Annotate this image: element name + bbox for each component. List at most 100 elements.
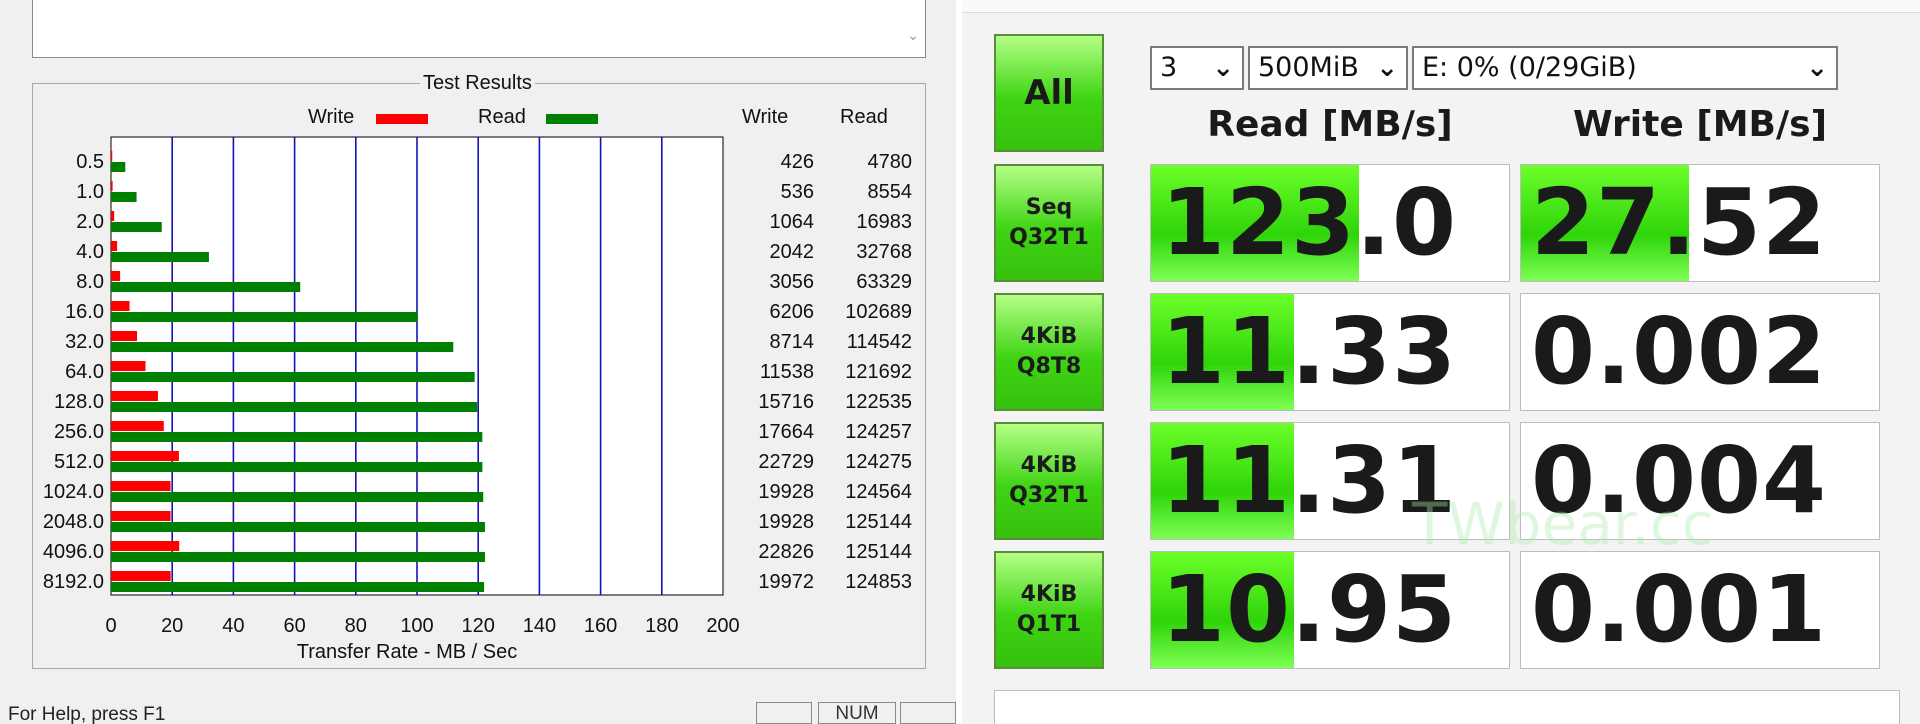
test-count-select[interactable]: 3 ⌄: [1150, 46, 1244, 90]
read-value-label: 121692: [845, 361, 912, 383]
row-label-line1: Seq: [1025, 195, 1073, 221]
y-tick-label: 2.0: [76, 211, 104, 233]
read-value-label: 63329: [856, 271, 912, 293]
write-bar: [111, 421, 164, 431]
write-value-label: 19972: [758, 571, 814, 593]
write-value: 27.52: [1531, 169, 1828, 276]
atto-benchmark-pane: ⌄ Test Results Write Read Write Read 0 20…: [0, 0, 960, 724]
seq-q32t1-read-result: 123.0: [1150, 164, 1510, 282]
write-bar: [111, 511, 171, 521]
read-value-label: 124564: [845, 481, 912, 503]
4kib-q8t8-button[interactable]: 4KiB Q8T8: [994, 293, 1104, 411]
x-tick-label: 160: [584, 615, 617, 637]
write-value: 0.002: [1531, 298, 1828, 405]
row-label-line1: 4KiB: [1020, 453, 1078, 479]
read-value-label: 125144: [845, 511, 912, 533]
x-tick-label: 200: [706, 615, 739, 637]
read-bar: [111, 192, 137, 202]
read-value-label: 102689: [845, 301, 912, 323]
4kib-q8t8-read-result: 11.33: [1150, 293, 1510, 411]
read-value-label: 124853: [845, 571, 912, 593]
x-tick-label: 120: [462, 615, 495, 637]
x-tick-label: 140: [523, 615, 556, 637]
y-tick-label: 16.0: [65, 301, 104, 323]
test-size-select[interactable]: 500MiB ⌄: [1248, 46, 1408, 90]
x-tick-label: 100: [400, 615, 433, 637]
window-top-edge: [962, 0, 1920, 13]
4kib-q1t1-button[interactable]: 4KiB Q1T1: [994, 551, 1104, 669]
read-bar: [111, 312, 418, 322]
read-bar: [111, 252, 209, 262]
y-tick-label: 8192.0: [43, 571, 104, 593]
read-value: 123.0: [1161, 169, 1458, 276]
read-bar: [111, 582, 485, 592]
write-value-label: 2042: [770, 241, 815, 263]
row-label-line2: Q8T8: [1016, 354, 1082, 379]
read-value-label: 124257: [845, 421, 912, 443]
write-bar: [111, 451, 179, 461]
status-bar: For Help, press F1: [0, 700, 960, 724]
read-value-label: 124275: [845, 451, 912, 473]
y-tick-label: 2048.0: [43, 511, 104, 533]
write-bar: [111, 151, 113, 161]
write-bar: [111, 181, 113, 191]
read-bar: [111, 432, 483, 442]
write-bar: [111, 271, 121, 281]
y-tick-label: 32.0: [65, 331, 104, 353]
comment-input[interactable]: [994, 690, 1900, 724]
x-tick-label: 20: [161, 615, 183, 637]
write-value: 0.001: [1531, 556, 1828, 663]
status-cell-empty: [756, 702, 812, 724]
write-value-label: 17664: [758, 421, 814, 443]
y-tick-label: 8.0: [76, 271, 104, 293]
run-all-button[interactable]: All: [994, 34, 1104, 152]
seq-q32t1-write-result: 27.52: [1520, 164, 1880, 282]
chevron-down-icon: ⌄: [1212, 53, 1234, 83]
write-bar: [111, 331, 138, 341]
read-value-label: 122535: [845, 391, 912, 413]
write-value-label: 19928: [758, 481, 814, 503]
write-value-label: 3056: [770, 271, 815, 293]
crystaldiskmark-pane: All 3 ⌄ 500MiB ⌄ E: 0% (0/29GiB) ⌄ Read …: [962, 0, 1920, 724]
y-tick-label: 256.0: [54, 421, 104, 443]
y-tick-label: 4.0: [76, 241, 104, 263]
x-axis-label: Transfer Rate - MB / Sec: [297, 641, 517, 663]
write-value-label: 22729: [758, 451, 814, 473]
chevron-down-icon: ⌄: [1806, 53, 1828, 83]
status-cell-scroll: [900, 702, 956, 724]
x-tick-label: 80: [345, 615, 367, 637]
write-value-label: 22826: [758, 541, 814, 563]
4kib-q1t1-write-result: 0.001: [1520, 551, 1880, 669]
write-bar: [111, 361, 146, 371]
status-help-text: For Help, press F1: [8, 704, 166, 724]
write-value-label: 8714: [770, 331, 815, 353]
chevron-down-icon: ⌄: [1376, 53, 1398, 83]
seq-q32t1-button[interactable]: Seq Q32T1: [994, 164, 1104, 282]
row-label-line2: Q32T1: [1009, 225, 1089, 250]
drive-select[interactable]: E: 0% (0/29GiB) ⌄: [1412, 46, 1838, 90]
y-tick-label: 1024.0: [43, 481, 104, 503]
read-value: 10.95: [1161, 556, 1458, 663]
4kib-q32t1-button[interactable]: 4KiB Q32T1: [994, 422, 1104, 540]
4kib-q1t1-read-result: 10.95: [1150, 551, 1510, 669]
read-value-label: 16983: [856, 211, 912, 233]
row-label-line2: Q32T1: [1009, 483, 1089, 508]
drive-value: E: 0% (0/29GiB): [1422, 52, 1637, 83]
write-value-label: 6206: [770, 301, 815, 323]
read-value-label: 125144: [845, 541, 912, 563]
write-value-label: 1064: [770, 211, 815, 233]
y-tick-label: 4096.0: [43, 541, 104, 563]
row-label-line1: 4KiB: [1020, 324, 1078, 350]
write-value-label: 536: [781, 181, 814, 203]
read-value-label: 8554: [868, 181, 913, 203]
write-bar: [111, 541, 180, 551]
write-bar: [111, 571, 171, 581]
read-value: 11.33: [1161, 298, 1458, 405]
read-bar: [111, 162, 126, 172]
y-tick-label: 512.0: [54, 451, 104, 473]
test-count-value: 3: [1160, 52, 1178, 83]
read-header: Read [MB/s]: [1207, 104, 1453, 145]
read-bar: [111, 342, 454, 352]
y-tick-label: 0.5: [76, 151, 104, 173]
write-value-label: 19928: [758, 511, 814, 533]
